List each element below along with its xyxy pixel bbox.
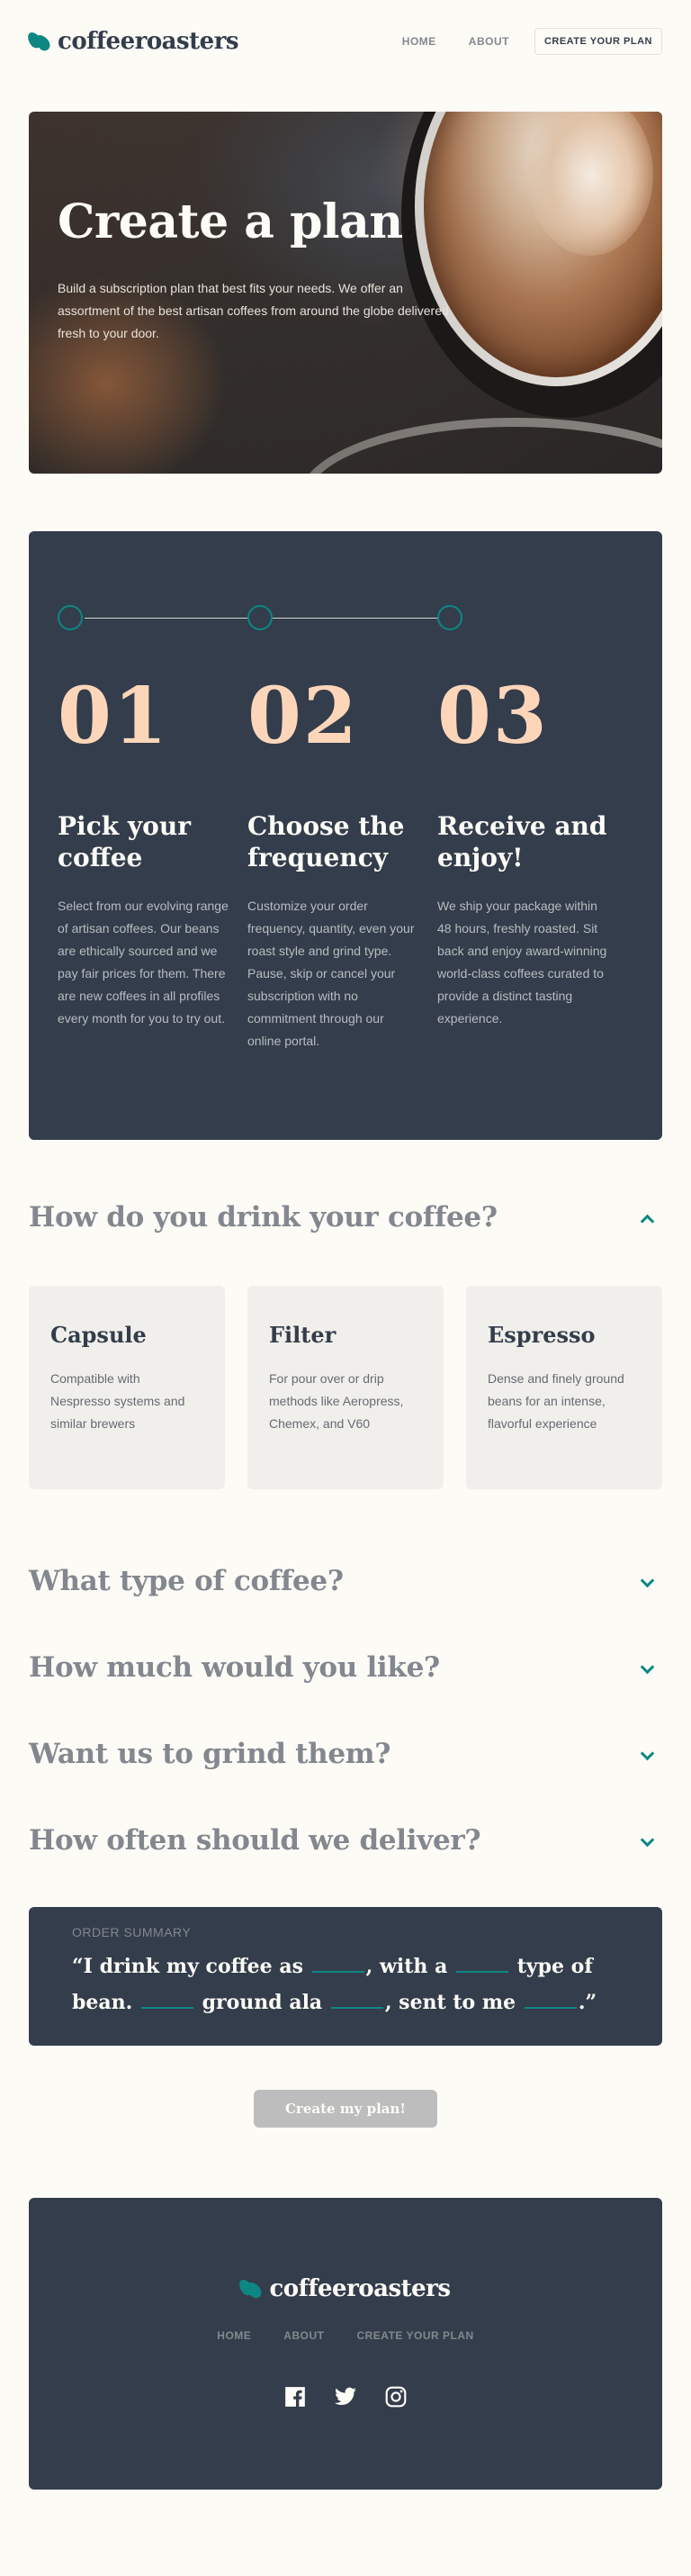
option-text: Dense and finely ground beans for an int…	[488, 1371, 624, 1431]
drink-style-blank	[311, 1971, 364, 1973]
chevron-down-icon[interactable]	[641, 1662, 651, 1673]
step-number: 01	[58, 671, 169, 762]
question-delivery[interactable]: How often should we deliver?	[29, 1824, 662, 1857]
option-title: Filter	[269, 1322, 337, 1348]
step-title: Pick your coffee	[58, 811, 191, 872]
question-coffee-type[interactable]: What type of coffee?	[29, 1565, 662, 1597]
option-text: For pour over or drip methods like Aerop…	[269, 1371, 404, 1431]
hero-banner: Create a plan Build a subscription plan …	[29, 112, 662, 474]
footer-about-link[interactable]: ABOUT	[283, 2329, 324, 2342]
coffee-bean-logo-icon	[237, 2276, 265, 2301]
question-title: How do you drink your coffee?	[29, 1201, 498, 1234]
step-text: Customize your order frequency, quantity…	[247, 899, 415, 1048]
page-title: Create a plan	[58, 194, 403, 249]
delivery-blank	[524, 2007, 577, 2009]
facebook-icon[interactable]	[283, 2385, 307, 2409]
chevron-down-icon[interactable]	[641, 1749, 651, 1759]
question-title: Want us to grind them?	[29, 1738, 391, 1770]
option-text: Compatible with Nespresso systems and si…	[50, 1371, 185, 1431]
timeline-dot-3	[437, 605, 462, 630]
social-links	[29, 2385, 662, 2409]
quantity-blank	[140, 2007, 193, 2009]
coffee-type-blank	[456, 1971, 509, 1973]
question-drink-style[interactable]: How do you drink your coffee?	[29, 1201, 662, 1234]
footer-logo-text: coffeeroasters	[269, 2275, 451, 2302]
option-title: Capsule	[50, 1322, 147, 1348]
step-title: Choose the frequency	[247, 811, 405, 872]
twitter-icon[interactable]	[334, 2385, 357, 2409]
option-capsule[interactable]: Capsule Compatible with Nespresso system…	[29, 1286, 225, 1489]
order-summary: ORDER SUMMARY “I drink my coffee as , wi…	[29, 1907, 662, 2046]
main-nav: HOME ABOUT CREATE YOUR PLAN	[370, 28, 662, 55]
timeline-dot-2	[247, 605, 273, 630]
footer-logo[interactable]: coffeeroasters	[29, 2275, 662, 2302]
question-quantity[interactable]: How much would you like?	[29, 1651, 662, 1684]
nav-home-link[interactable]: HOME	[402, 35, 436, 48]
create-plan-button[interactable]: Create my plan!	[254, 2090, 437, 2128]
question-grind[interactable]: Want us to grind them?	[29, 1738, 662, 1770]
option-espresso[interactable]: Espresso Dense and finely ground beans f…	[466, 1286, 662, 1489]
footer-create-plan-link[interactable]: CREATE YOUR PLAN	[356, 2329, 473, 2342]
grind-blank	[330, 2007, 383, 2009]
step-text: We ship your package within 48 hours, fr…	[437, 899, 607, 1026]
steps-timeline	[58, 605, 466, 632]
order-summary-text: “I drink my coffee as , with a type of b…	[72, 1955, 597, 2014]
step-number: 03	[437, 671, 549, 762]
question-title: How often should we deliver?	[29, 1824, 481, 1857]
question-title: How much would you like?	[29, 1651, 440, 1684]
step-text: Select from our evolving range of artisa…	[58, 899, 229, 1026]
step-title: Receive and enjoy!	[437, 811, 607, 872]
question-title: What type of coffee?	[29, 1565, 344, 1597]
step-1: 01 Pick your coffee Select from our evol…	[58, 675, 229, 1030]
chevron-down-icon[interactable]	[641, 1576, 651, 1586]
step-2: 02 Choose the frequency Customize your o…	[247, 675, 418, 1053]
order-summary-label: ORDER SUMMARY	[72, 1925, 192, 1939]
drink-style-options: Capsule Compatible with Nespresso system…	[29, 1286, 662, 1489]
how-it-works-section: 01 Pick your coffee Select from our evol…	[29, 531, 662, 1140]
footer-home-link[interactable]: HOME	[217, 2329, 251, 2342]
instagram-icon[interactable]	[384, 2385, 408, 2409]
footer-nav: HOME ABOUT CREATE YOUR PLAN	[29, 2329, 662, 2342]
chevron-up-icon[interactable]	[641, 1212, 651, 1223]
coffee-bean-logo-icon	[24, 29, 53, 54]
step-3: 03 Receive and enjoy! We ship your packa…	[437, 675, 608, 1030]
step-number: 02	[247, 671, 359, 762]
site-footer: coffeeroasters HOME ABOUT CREATE YOUR PL…	[29, 2198, 662, 2490]
option-title: Espresso	[488, 1322, 596, 1348]
chevron-down-icon[interactable]	[641, 1835, 651, 1846]
logo-text: coffeeroasters	[58, 28, 239, 55]
nav-about-link[interactable]: ABOUT	[469, 35, 509, 48]
hero-description: Build a subscription plan that best fits…	[58, 281, 449, 340]
nav-create-plan-link[interactable]: CREATE YOUR PLAN	[534, 28, 662, 55]
option-filter[interactable]: Filter For pour over or drip methods lik…	[247, 1286, 444, 1489]
timeline-dot-1	[58, 605, 83, 630]
site-header: coffeeroasters HOME ABOUT CREATE YOUR PL…	[24, 23, 662, 59]
logo[interactable]: coffeeroasters	[24, 28, 239, 55]
